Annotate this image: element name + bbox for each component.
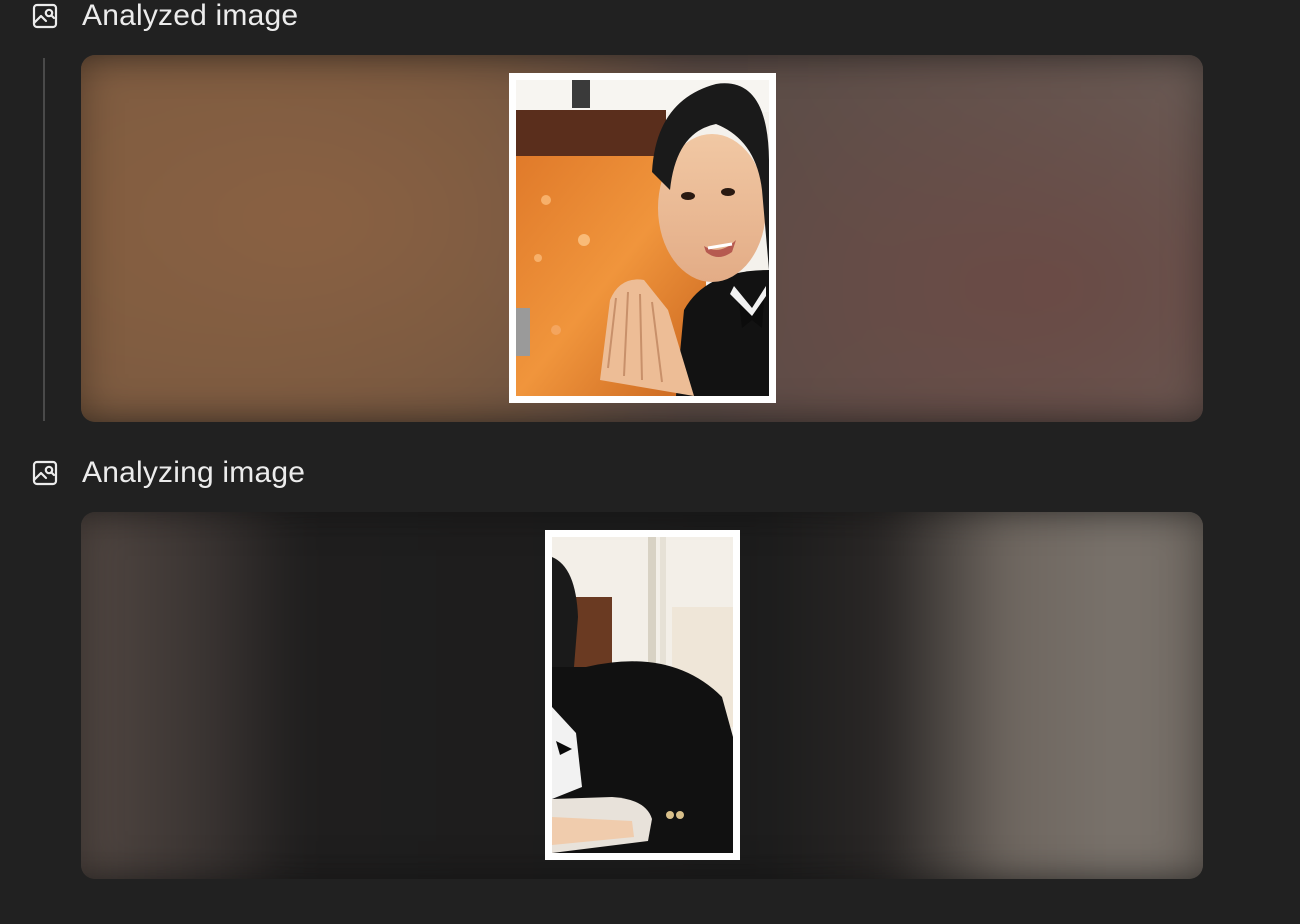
step-header[interactable]: Analyzing image bbox=[30, 456, 306, 489]
step-rail bbox=[43, 58, 45, 421]
image-search-icon bbox=[30, 458, 60, 488]
step-header[interactable]: Analyzed image bbox=[30, 0, 298, 32]
photo-man-in-suit bbox=[552, 537, 733, 853]
photo-man-praying-hands bbox=[516, 80, 769, 396]
step-label: Analyzing image bbox=[82, 456, 306, 489]
image-thumbnail[interactable] bbox=[545, 530, 740, 860]
image-thumbnail[interactable] bbox=[509, 73, 776, 403]
step-label: Analyzed image bbox=[82, 0, 299, 32]
image-preview-card[interactable] bbox=[81, 55, 1203, 422]
image-search-icon bbox=[30, 1, 60, 31]
image-preview-card[interactable] bbox=[81, 512, 1203, 879]
